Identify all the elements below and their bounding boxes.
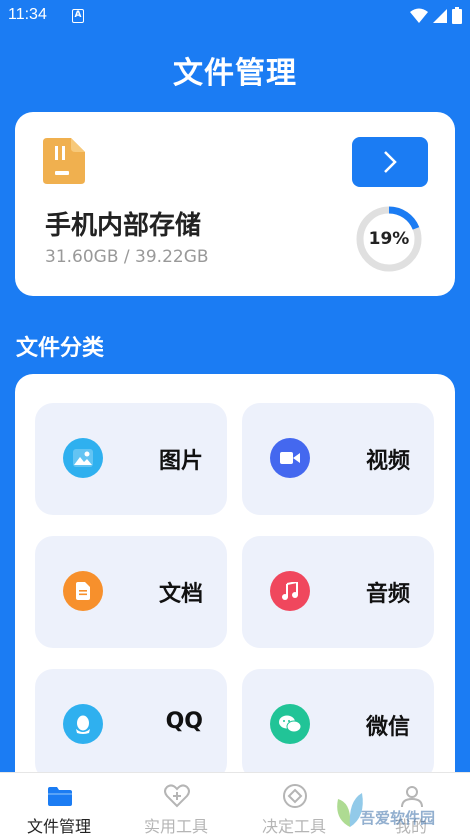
- storage-name: 手机内部存储: [45, 211, 202, 241]
- category-wechat[interactable]: 微信: [242, 669, 434, 781]
- categories-title: 文件分类: [16, 336, 105, 361]
- signal-icon: [433, 8, 447, 23]
- category-label: 视频: [365, 449, 410, 474]
- category-label: 音频: [365, 582, 410, 607]
- music-icon: [270, 571, 310, 611]
- heart-plus-icon: [164, 784, 190, 808]
- wifi-icon: [410, 8, 428, 23]
- status-bar: 11:34 A: [0, 0, 470, 34]
- storage-size: 31.60GB / 39.22GB: [45, 247, 209, 267]
- watermark-text: 吾爱软件园: [360, 809, 436, 827]
- compass-icon: [283, 784, 307, 808]
- tab-file-manager[interactable]: 文件管理: [0, 773, 118, 835]
- tab-tools[interactable]: 实用工具: [117, 773, 235, 835]
- keyboard-indicator-icon: A: [72, 9, 84, 23]
- category-label: 微信: [365, 715, 410, 740]
- storage-icon: [43, 138, 85, 184]
- category-label: 文档: [158, 582, 203, 607]
- status-time: 11:34: [8, 6, 47, 23]
- document-icon: [63, 571, 103, 611]
- category-audio[interactable]: 音频: [242, 536, 434, 648]
- tab-label: 文件管理: [26, 817, 91, 835]
- video-icon: [270, 438, 310, 478]
- category-videos[interactable]: 视频: [242, 403, 434, 515]
- chevron-right-icon: [384, 151, 397, 173]
- folder-icon: [48, 787, 72, 806]
- wechat-icon: [270, 704, 310, 744]
- battery-icon: [452, 7, 462, 24]
- category-documents[interactable]: 文档: [35, 536, 227, 648]
- category-qq[interactable]: QQ: [35, 669, 227, 781]
- qq-icon: [63, 704, 103, 744]
- categories-panel: 图片 视频 文档 音频 QQ 微信: [15, 374, 455, 794]
- storage-open-button[interactable]: [352, 137, 428, 187]
- category-label: 图片: [158, 449, 203, 474]
- tab-label: 实用工具: [143, 817, 208, 835]
- usage-percent: 19%: [368, 229, 410, 249]
- status-icons: [410, 7, 462, 24]
- storage-card[interactable]: 手机内部存储 31.60GB / 39.22GB 19%: [15, 112, 455, 296]
- watermark: 吾爱软件园: [330, 775, 470, 835]
- category-label: QQ: [165, 709, 203, 734]
- image-icon: [63, 438, 103, 478]
- category-images[interactable]: 图片: [35, 403, 227, 515]
- page-title: 文件管理: [173, 56, 297, 91]
